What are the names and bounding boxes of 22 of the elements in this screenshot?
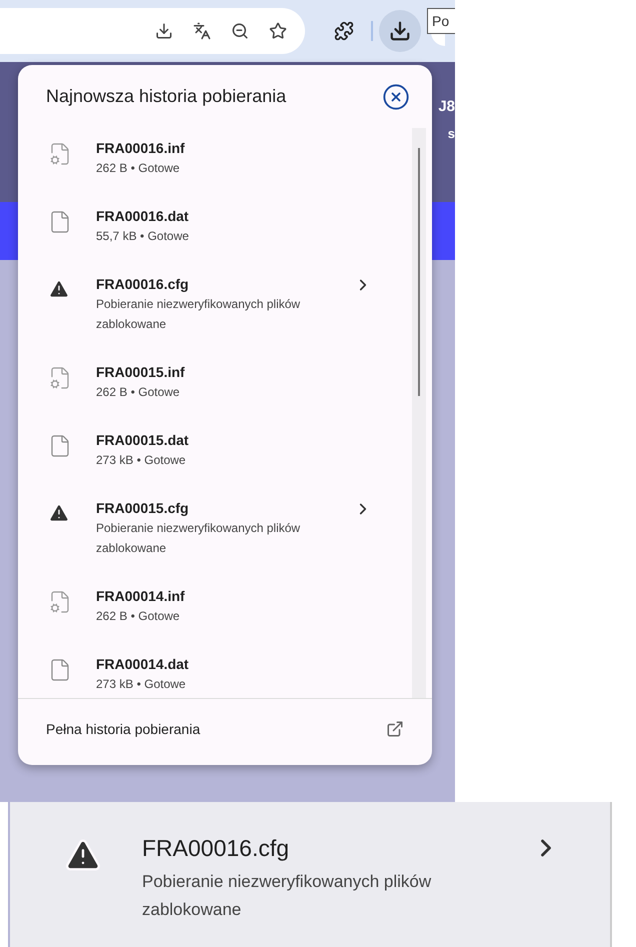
file-status: 273 kB • Gotowe <box>96 452 187 469</box>
file-name: FRA00014.inf <box>96 587 186 606</box>
file-status: 262 B • Gotowe <box>96 160 181 177</box>
page-text: s <box>448 126 455 141</box>
file-status: Pobieranie niezweryfikowanych plików zablokowane <box>96 520 302 557</box>
file-status: 262 B • Gotowe <box>96 608 181 625</box>
file-name: FRA00016.cfg <box>96 275 190 294</box>
page-text: J8 <box>438 98 455 115</box>
file-name: FRA00016.cfg <box>142 834 290 863</box>
file-status: 273 kB • Gotowe <box>96 676 187 693</box>
file-status: 262 B • Gotowe <box>96 384 181 401</box>
popup-title: Najnowsza historia pobierania <box>46 86 286 107</box>
file-name: FRA00014.dat <box>96 655 190 674</box>
file-name: FRA00016.inf <box>96 139 186 158</box>
file-name: FRA00015.dat <box>96 431 190 450</box>
file-status: 55,7 kB • Gotowe <box>96 228 190 245</box>
file-name: FRA00016.dat <box>96 207 190 226</box>
file-name: FRA00015.cfg <box>96 499 190 518</box>
file-status: Pobieranie niezweryfikowanych plików zablokowane <box>142 871 432 921</box>
file-status: Pobieranie niezweryfikowanych plików zablokowane <box>96 296 302 333</box>
tooltip: Po <box>427 8 455 34</box>
file-name: FRA00015.inf <box>96 363 186 382</box>
